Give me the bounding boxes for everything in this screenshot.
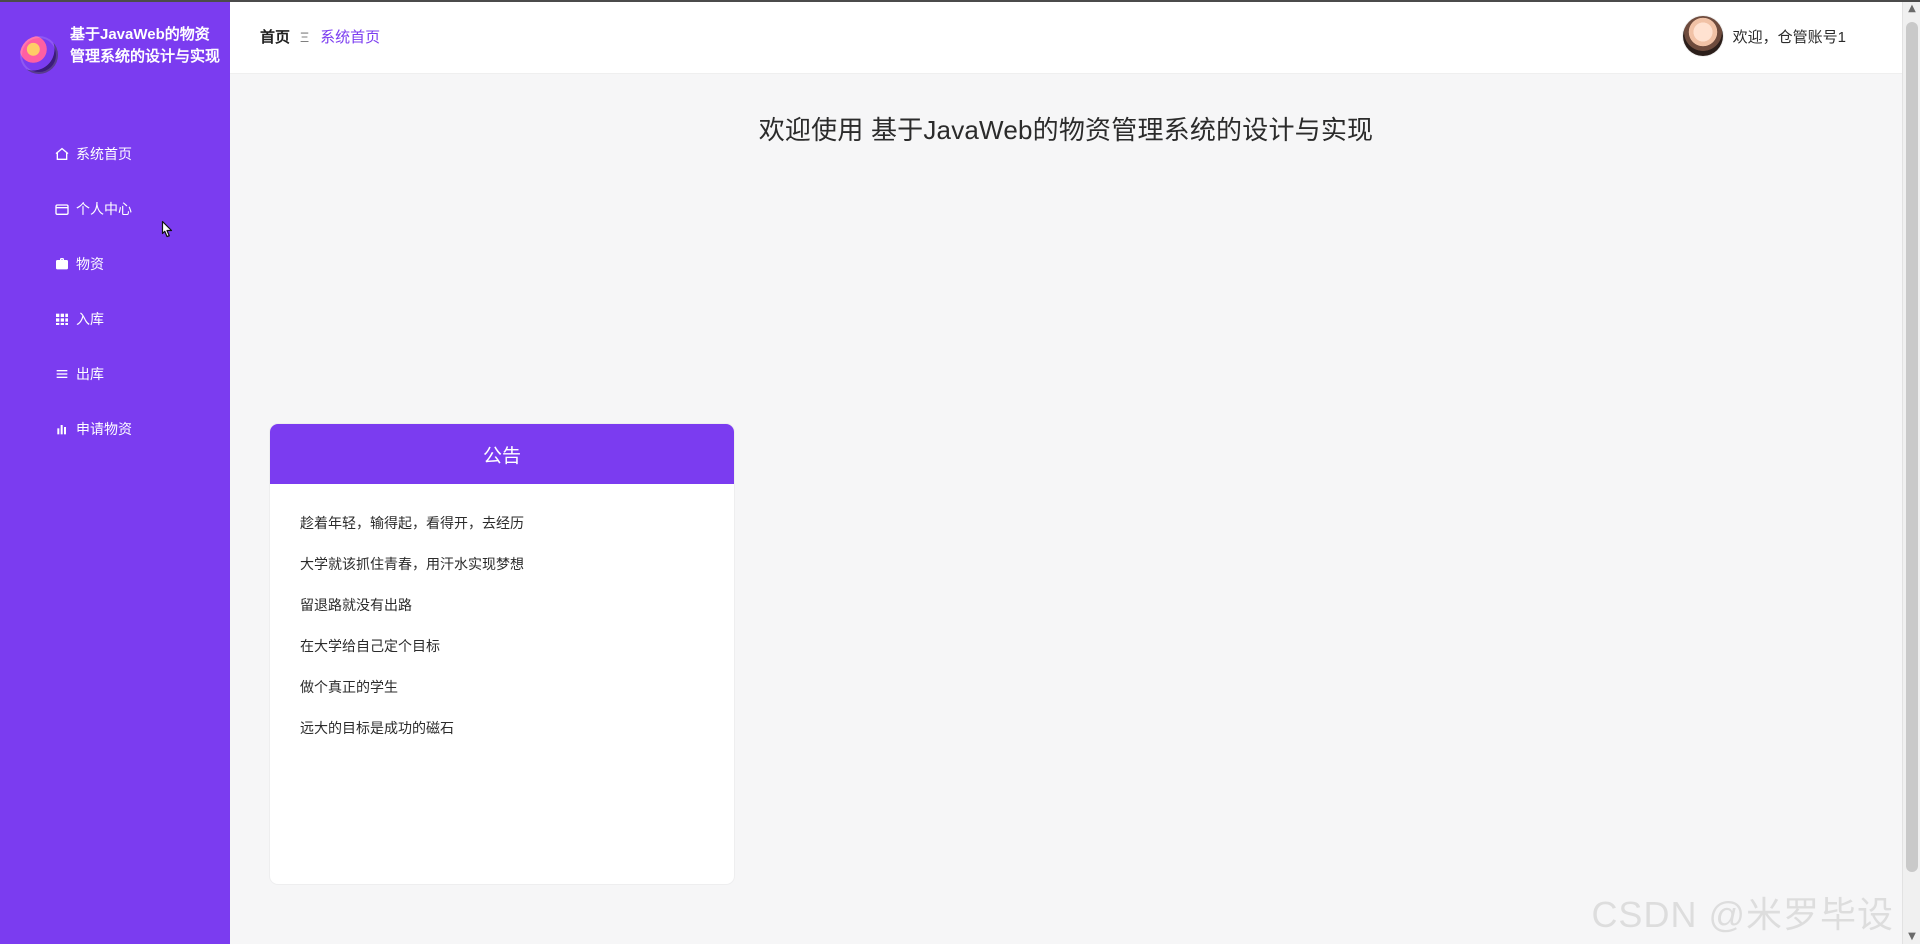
bar-chart-icon bbox=[54, 421, 70, 437]
notice-item[interactable]: 做个真正的学生 bbox=[300, 666, 734, 707]
sidebar-item-label: 出库 bbox=[76, 365, 104, 382]
user-greeting: 欢迎，仓管账号1 bbox=[1732, 28, 1846, 46]
breadcrumb-home[interactable]: 首页 bbox=[260, 26, 290, 47]
sidebar-item-profile[interactable]: 个人中心 bbox=[0, 181, 230, 236]
notice-list: 趁着年轻，输得起，看得开，去经历 大学就该抓住青春，用汗水实现梦想 留退路就没有… bbox=[270, 484, 734, 748]
wallet-icon bbox=[54, 201, 70, 217]
user-menu[interactable]: 欢迎，仓管账号1 bbox=[1682, 16, 1846, 56]
scroll-down-arrow-icon[interactable]: ▼ bbox=[1907, 932, 1917, 942]
notice-item[interactable]: 大学就该抓住青春，用汗水实现梦想 bbox=[300, 543, 734, 584]
sidebar-nav: 系统首页 个人中心 物资 入库 出库 申请物资 bbox=[0, 126, 230, 456]
sidebar-item-label: 物资 bbox=[76, 255, 104, 272]
main-content: 欢迎使用 基于JavaWeb的物资管理系统的设计与实现 公告 趁着年轻，输得起，… bbox=[230, 74, 1902, 944]
sidebar-item-label: 入库 bbox=[76, 310, 104, 327]
welcome-title: 欢迎使用 基于JavaWeb的物资管理系统的设计与实现 bbox=[758, 115, 1374, 145]
notice-item[interactable]: 留退路就没有出路 bbox=[300, 584, 734, 625]
notice-title: 公告 bbox=[270, 424, 734, 484]
breadcrumb-separator: Ξ bbox=[300, 28, 311, 45]
watermark: CSDN @米罗毕设 bbox=[1591, 894, 1894, 935]
sidebar-item-label: 个人中心 bbox=[76, 200, 132, 217]
grid-icon bbox=[54, 311, 70, 327]
sidebar-item-label: 系统首页 bbox=[76, 145, 132, 162]
sidebar-item-home[interactable]: 系统首页 bbox=[0, 126, 230, 181]
vertical-scrollbar[interactable]: ▲ ▼ bbox=[1902, 2, 1920, 944]
avatar[interactable] bbox=[1682, 16, 1723, 56]
notice-card: 公告 趁着年轻，输得起，看得开，去经历 大学就该抓住青春，用汗水实现梦想 留退路… bbox=[270, 424, 734, 884]
home-icon bbox=[54, 146, 70, 162]
sidebar-item-outbound[interactable]: 出库 bbox=[0, 346, 230, 401]
topbar: 首页 Ξ 系统首页 欢迎，仓管账号1 bbox=[230, 2, 1920, 74]
sidebar-item-label: 申请物资 bbox=[76, 420, 132, 437]
sidebar: 基于JavaWeb的物资管理系统的设计与实现 系统首页 个人中心 物资 入库 出… bbox=[0, 2, 230, 944]
breadcrumb-current: 系统首页 bbox=[320, 29, 381, 46]
breadcrumb: 首页 Ξ 系统首页 bbox=[260, 26, 380, 47]
sidebar-item-materials[interactable]: 物资 bbox=[0, 236, 230, 291]
scroll-thumb[interactable] bbox=[1906, 22, 1918, 872]
list-icon bbox=[54, 366, 70, 382]
notice-item[interactable]: 趁着年轻，输得起，看得开，去经历 bbox=[300, 502, 734, 543]
briefcase-icon bbox=[54, 256, 70, 272]
scroll-up-arrow-icon[interactable]: ▲ bbox=[1907, 4, 1917, 14]
notice-item[interactable]: 在大学给自己定个目标 bbox=[300, 625, 734, 666]
brand: 基于JavaWeb的物资管理系统的设计与实现 bbox=[20, 22, 220, 74]
sidebar-item-inbound[interactable]: 入库 bbox=[0, 291, 230, 346]
sidebar-item-apply[interactable]: 申请物资 bbox=[0, 401, 230, 456]
brand-logo-icon bbox=[20, 36, 58, 74]
brand-title: 基于JavaWeb的物资管理系统的设计与实现 bbox=[70, 26, 221, 65]
page: 基于JavaWeb的物资管理系统的设计与实现 系统首页 个人中心 物资 入库 出… bbox=[0, 0, 1920, 944]
notice-item[interactable]: 远大的目标是成功的磁石 bbox=[300, 707, 734, 748]
